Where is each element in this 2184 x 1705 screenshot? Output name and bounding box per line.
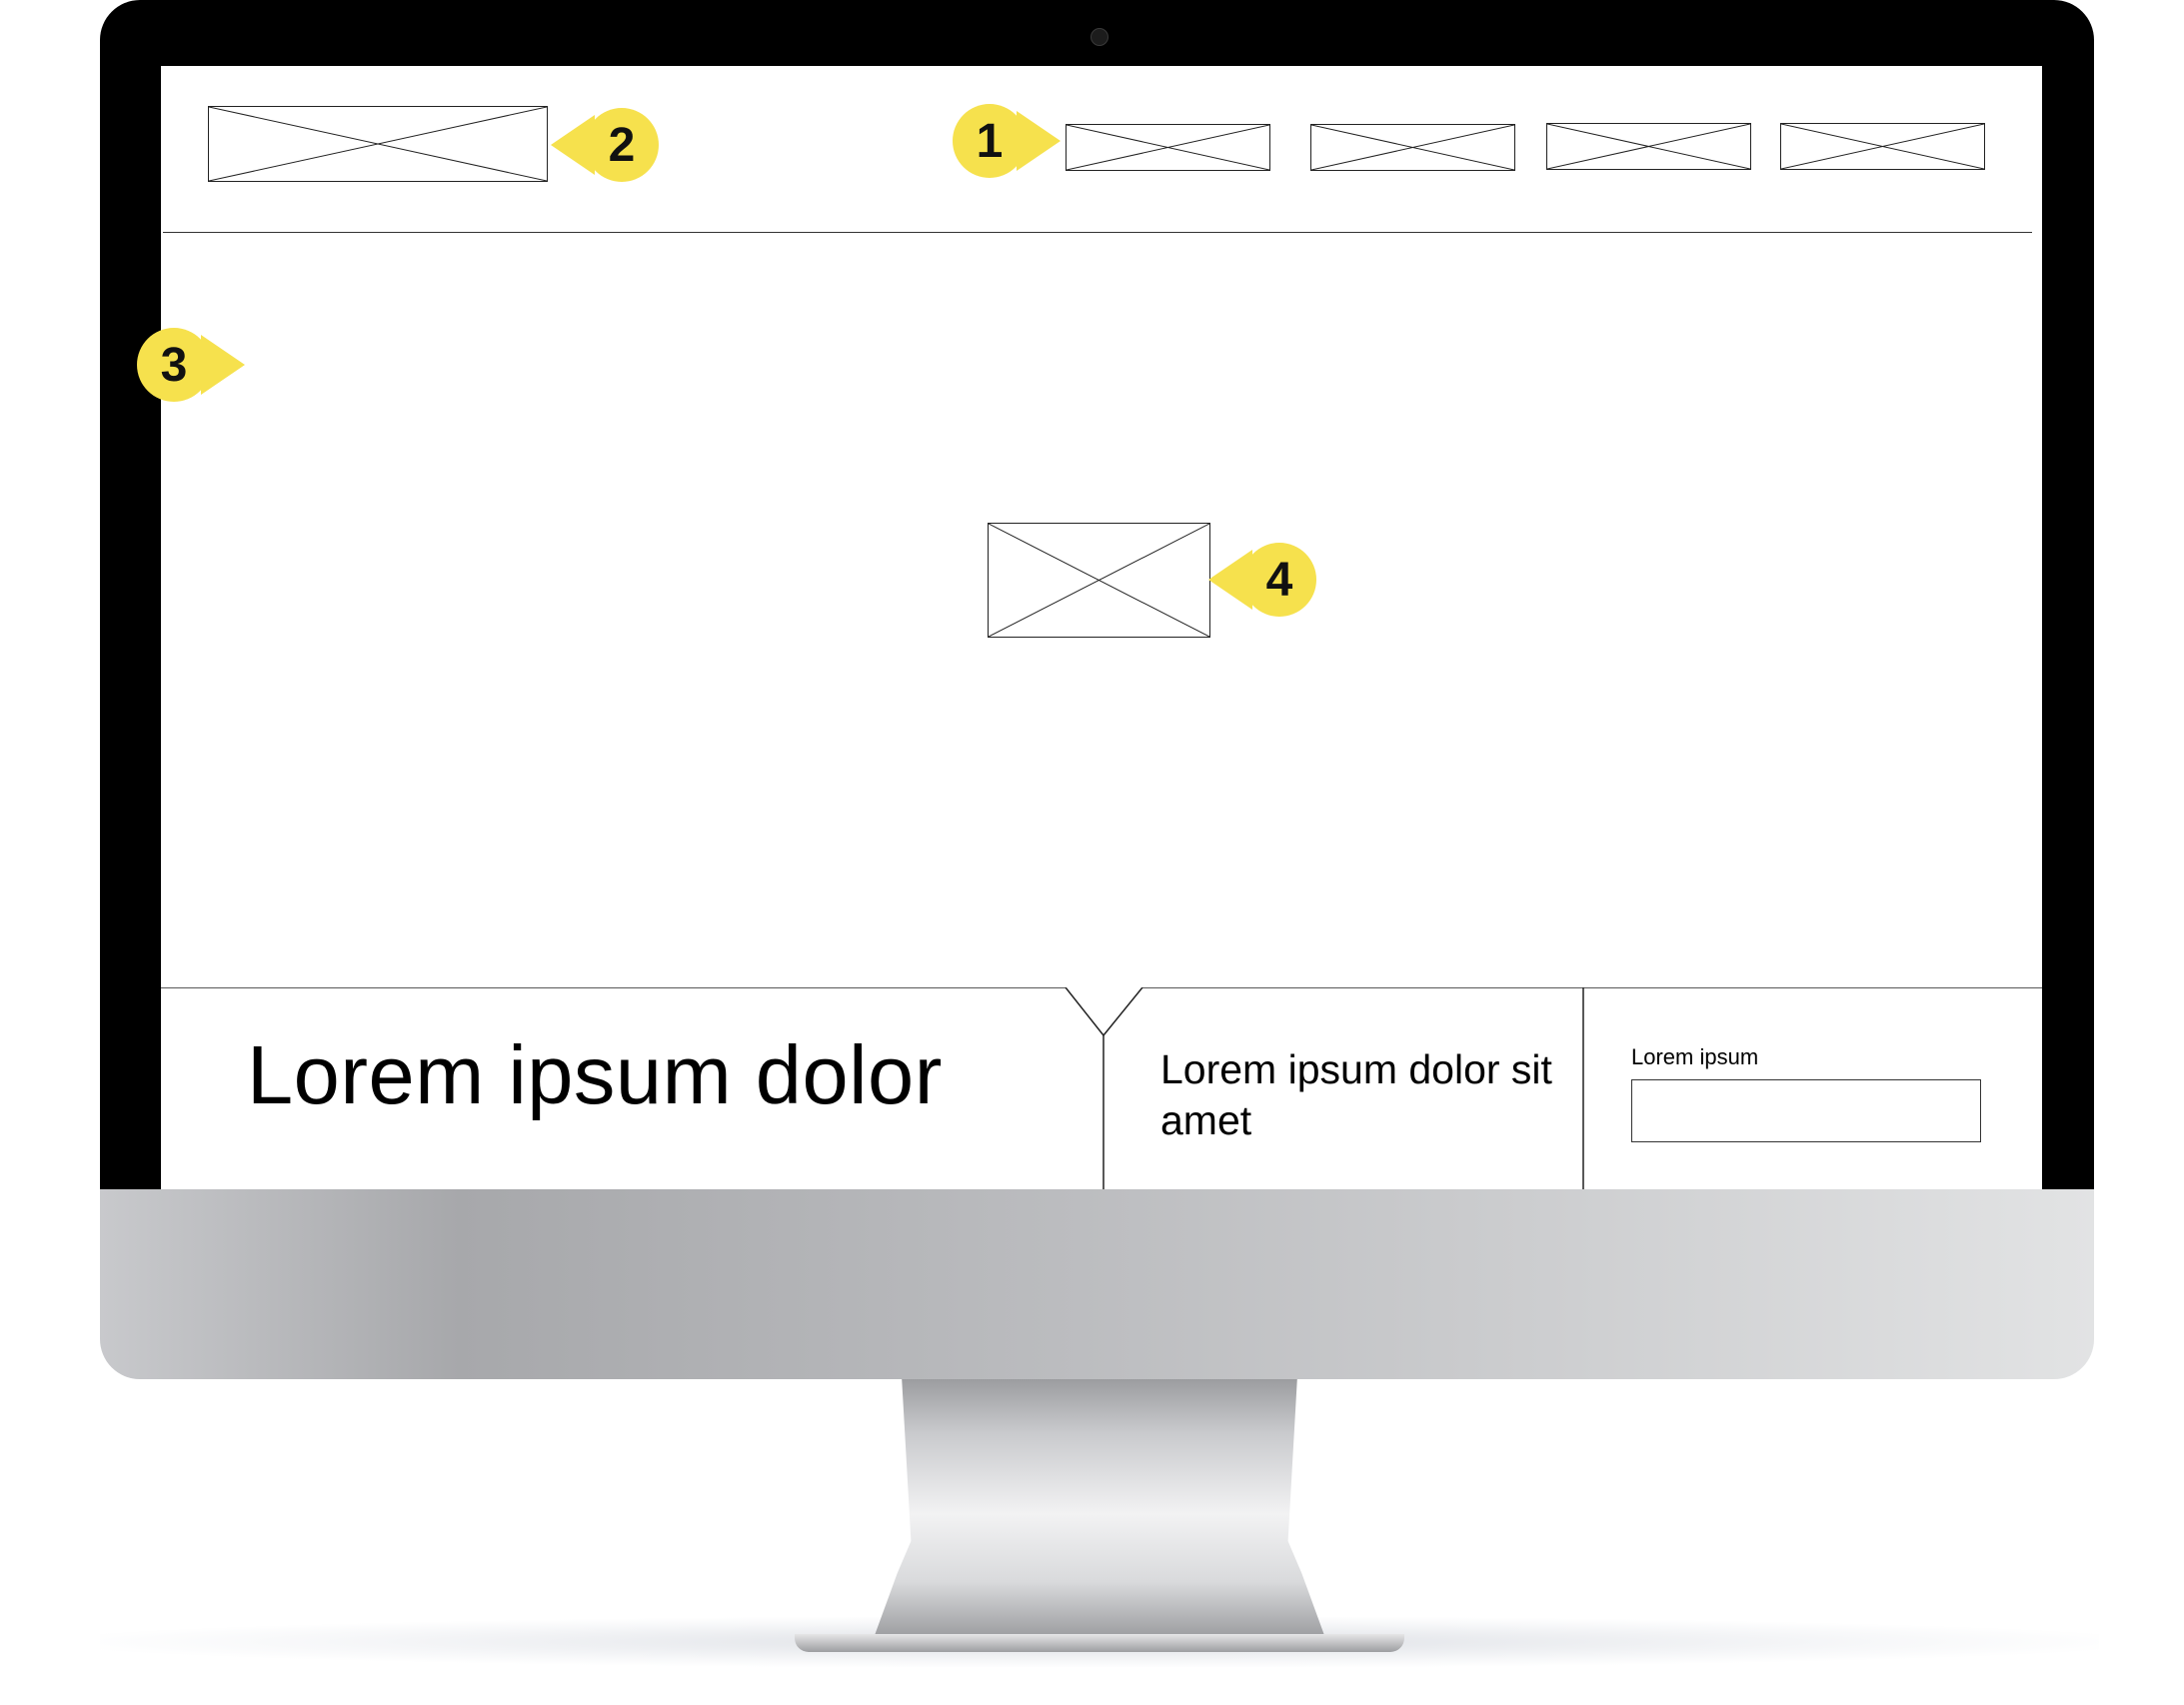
callout-number: 4 [1265, 553, 1293, 607]
callout-number: 3 [160, 338, 188, 392]
hero-subhead: Lorem ipsum dolor sit amet [1160, 1046, 1552, 1143]
form-input[interactable] [1631, 1079, 1981, 1142]
image-placeholder-icon [1067, 125, 1269, 170]
image-placeholder-icon [989, 524, 1209, 637]
nav-item-3[interactable] [1546, 123, 1751, 170]
camera-icon [1091, 28, 1108, 46]
callout-image: 4 [1208, 543, 1316, 617]
callout-logo: 2 [551, 108, 659, 182]
monitor-chin [100, 1189, 2094, 1379]
image-placeholder-icon [1781, 124, 1984, 169]
info-bar: Lorem ipsum dolor Lorem ipsum dolor sit … [161, 987, 2042, 1189]
monitor-stand-base [795, 1634, 1404, 1652]
hero-headline: Lorem ipsum dolor [247, 1028, 943, 1121]
nav-item-2[interactable] [1310, 124, 1515, 171]
hero-image-placeholder[interactable] [988, 523, 1210, 638]
nav-item-4[interactable] [1780, 123, 1985, 170]
form-label: Lorem ipsum [1631, 1044, 1759, 1069]
callout-hero: 3 [137, 328, 245, 402]
image-placeholder-icon [1311, 125, 1514, 170]
nav-item-1[interactable] [1066, 124, 1270, 171]
callout-nav: 1 [953, 104, 1061, 178]
image-placeholder-icon [209, 107, 547, 181]
header-divider [163, 232, 2032, 233]
monitor-stand [870, 1379, 1329, 1649]
logo-placeholder[interactable] [208, 106, 548, 182]
callout-number: 2 [608, 118, 636, 172]
image-placeholder-icon [1547, 124, 1750, 169]
callout-number: 1 [976, 114, 1004, 168]
screen: Lorem ipsum dolor Lorem ipsum dolor sit … [161, 66, 2042, 1189]
